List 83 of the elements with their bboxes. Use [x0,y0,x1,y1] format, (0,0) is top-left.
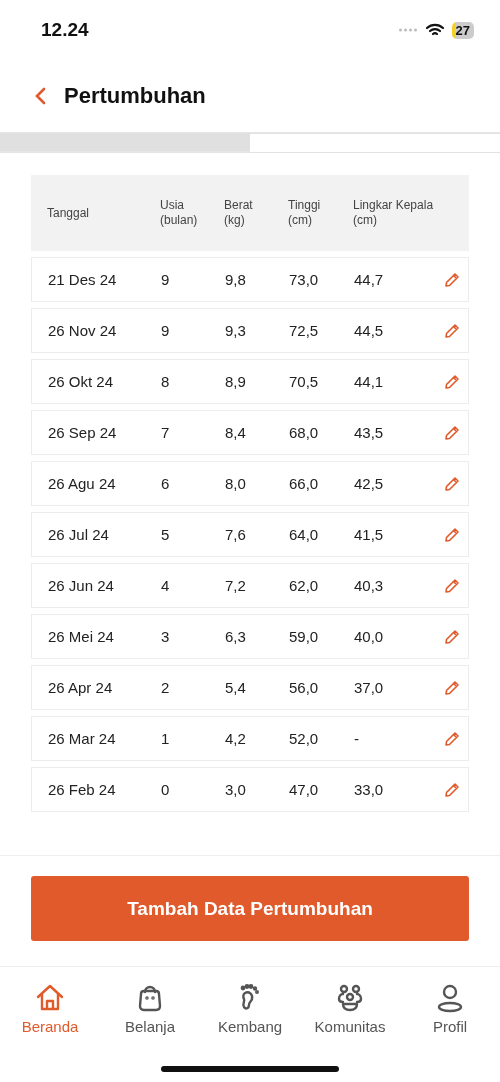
table-cell-text: 9 [161,322,171,339]
table-cell-text: 9,3 [225,322,247,339]
table-cell-text: 33,0 [354,781,385,798]
table-cell-text: 1 [161,730,171,747]
table-cell-text: 70,5 [289,373,320,390]
nav-item[interactable]: Beranda [0,982,100,1042]
table-cell-text: 43,5 [354,424,385,441]
table-cell-text: 26 Mei 24 [48,628,115,645]
table-cell-text: 26 Okt 24 [48,373,115,390]
edit-button[interactable] [444,322,462,339]
column-header: Usia (bulan) [160,198,199,228]
table-cell-text: 3 [161,628,171,645]
table-cell-text: 4,2 [225,730,247,747]
page-title: Pertumbuhan [64,83,206,109]
column-header: Berat (kg) [224,198,254,228]
table-cell-text: 8 [161,373,171,390]
table-cell-text: 7 [161,424,171,441]
table-cell-text: 72,5 [289,322,320,339]
table-cell-text: 6,3 [225,628,247,645]
edit-button[interactable] [444,781,462,798]
signal-icon [397,28,418,32]
table-cell-text: 44,1 [354,373,385,390]
table-cell-text: 4 [161,577,171,594]
table-cell-text: 66,0 [289,475,320,492]
table-cell-text: 6 [161,475,171,492]
table-cell-text: 56,0 [289,679,320,696]
battery-level: 27 [451,21,474,39]
edit-button[interactable] [444,526,462,543]
table-cell-text: 44,5 [354,322,385,339]
edit-button[interactable] [444,475,462,492]
column-header: Lingkar Kepala (cm) [353,198,435,228]
table-cell-text: 42,5 [354,475,385,492]
edit-button[interactable] [444,628,462,645]
edit-button[interactable] [444,577,462,594]
table-cell-text: 37,0 [354,679,385,696]
table-cell-text: 9,8 [225,271,247,288]
table-cell-text: 68,0 [289,424,320,441]
table-cell-text: 26 Sep 24 [48,424,118,441]
table-cell-text: 7,6 [225,526,247,543]
edit-button[interactable] [444,271,462,288]
table-cell-text: 73,0 [289,271,320,288]
table-cell-text: 41,5 [354,526,385,543]
table-cell-text: 26 Mar 24 [48,730,117,747]
nav-item[interactable]: Komunitas [300,982,400,1042]
table-cell-text: 26 Apr 24 [48,679,114,696]
table-cell-text: 40,3 [354,577,385,594]
table-cell-text: 26 Jun 24 [48,577,115,594]
table-cell-text: 26 Agu 24 [48,475,117,492]
table-cell-text: - [354,730,360,747]
column-header: Tanggal [47,205,91,221]
table-cell-text: 52,0 [289,730,320,747]
table-cell-text: 3,0 [225,781,247,798]
table-cell-text: 7,2 [225,577,247,594]
nav-item[interactable]: Kembang [200,982,300,1042]
table-cell-text: 26 Jul 24 [48,526,110,543]
status-time: 12.24 [41,19,89,41]
edit-button[interactable] [444,679,462,696]
nav-item[interactable]: Profil [400,982,500,1042]
table-cell-text: 26 Nov 24 [48,322,118,339]
table-cell-text: 8,0 [225,475,247,492]
table-cell-text: 59,0 [289,628,320,645]
table-cell-text: 47,0 [289,781,320,798]
add-data-button[interactable]: Tambah Data Pertumbuhan [31,876,469,941]
table-cell-text: 64,0 [289,526,320,543]
wifi-icon [425,23,444,37]
table-cell-text: 44,7 [354,271,385,288]
table-cell-text: 5,4 [225,679,247,696]
table-cell-text: 62,0 [289,577,320,594]
back-button[interactable] [34,87,46,105]
table-cell-text: 8,4 [225,424,247,441]
edit-button[interactable] [444,373,462,390]
table-cell-text: 26 Feb 24 [48,781,117,798]
table-cell-text: 8,9 [225,373,247,390]
table-cell-text: 2 [161,679,171,696]
table-cell-text: 0 [161,781,171,798]
table-cell-text: 5 [161,526,171,543]
column-header: Tinggi (cm) [288,198,322,228]
nav-item[interactable]: Belanja [100,982,200,1042]
table-cell-text: 40,0 [354,628,385,645]
edit-button[interactable] [444,730,462,747]
table-cell-text: 9 [161,271,171,288]
table-cell-text: 21 Des 24 [48,271,118,288]
edit-button[interactable] [444,424,462,441]
